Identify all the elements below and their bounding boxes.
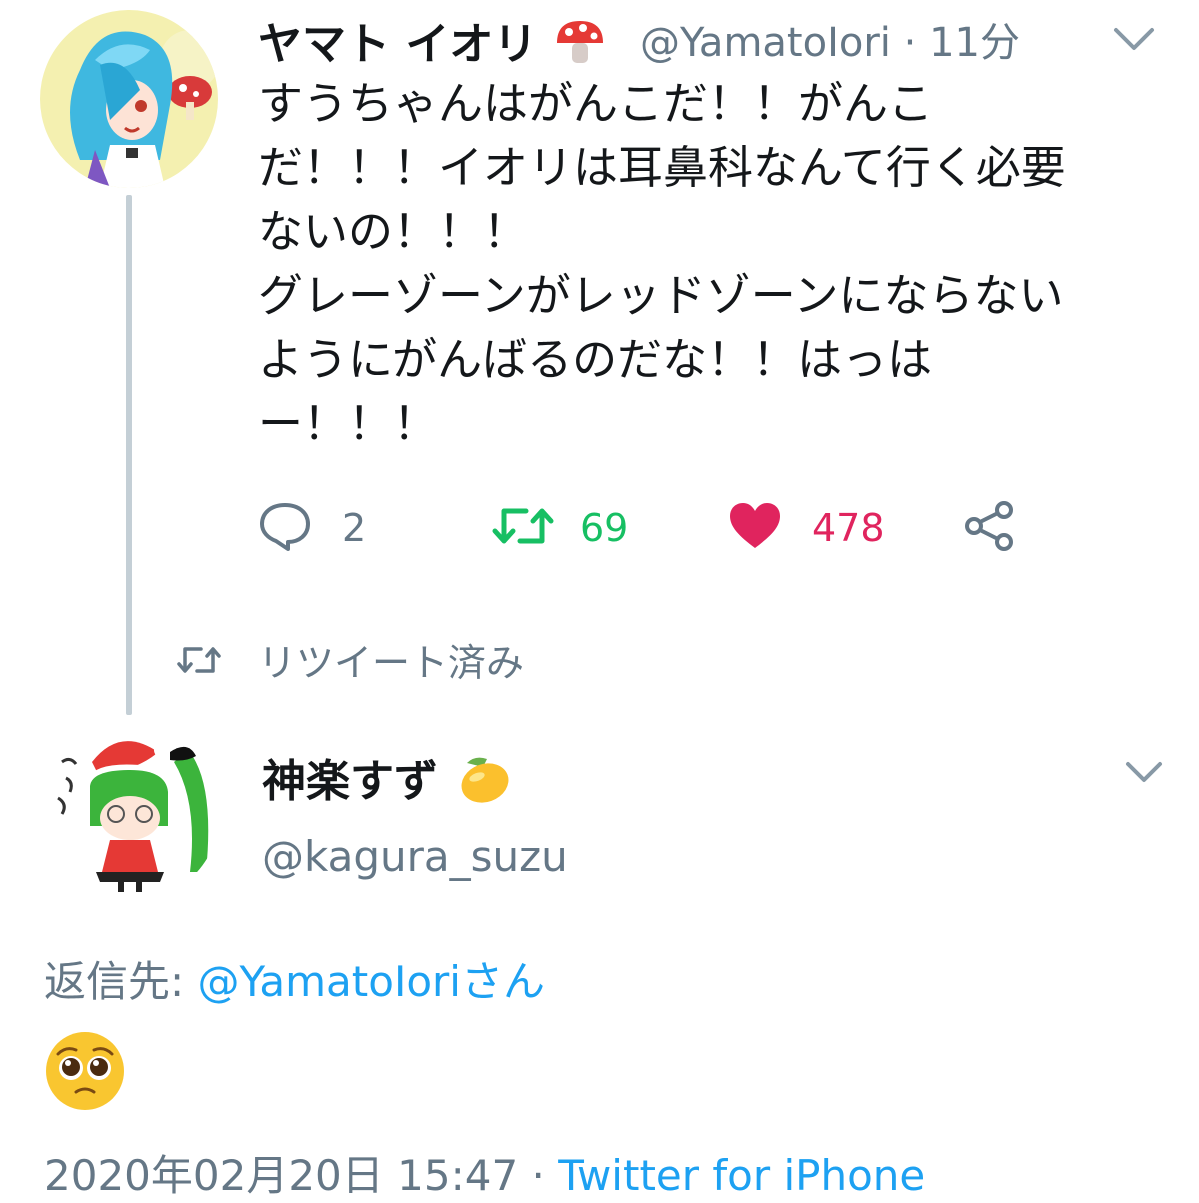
chevron-down-icon[interactable]: [1112, 24, 1156, 58]
tweet2-footer: 2020年02月20日 15:47 · Twitter for iPhone: [44, 1151, 926, 1200]
tweet1-text: すうちゃんはがんこだ！！がんこ だ！！！イオリは耳鼻科なんて行く必要 ないの！！…: [258, 72, 1178, 456]
tweet1-line: ないの！！！: [258, 205, 529, 258]
like-button[interactable]: 478: [728, 500, 885, 556]
tweet1-time[interactable]: 11分: [929, 20, 1020, 66]
avatar-yamato-iori[interactable]: [40, 10, 218, 188]
avatar-kagura-suzu[interactable]: [40, 722, 220, 902]
tweet1-line: ようにがんばるのだな！！はっは: [258, 333, 933, 386]
lemon-icon: [453, 753, 513, 816]
reply-count: 2: [342, 506, 367, 550]
tweet2-source-link[interactable]: Twitter for iPhone: [558, 1151, 925, 1200]
like-count: 478: [812, 506, 885, 550]
reply-icon: [258, 501, 312, 555]
tweet1-meta: @YamatoIori · 11分: [640, 20, 1020, 66]
mushroom-icon: [553, 19, 607, 76]
pleading-face-icon: [44, 1030, 126, 1116]
thread-line: [126, 195, 132, 715]
heart-icon: [728, 502, 782, 554]
retweeted-status-icon: [176, 642, 222, 682]
tweet1-line: グレーゾーンがレッドゾーンにならない: [258, 269, 1064, 322]
reply-to-user-link[interactable]: @YamatoIoriさん: [198, 957, 545, 1006]
share-button[interactable]: [962, 500, 1016, 556]
tweet2-handle[interactable]: @kagura_suzu: [262, 832, 568, 881]
retweet-button[interactable]: 69: [492, 500, 628, 556]
retweet-icon: [492, 501, 554, 555]
tweet1-line: すうちゃんはがんこだ！！がんこ: [258, 77, 934, 130]
tweet1-line: ー！！！: [258, 397, 439, 450]
retweeted-status-label: リツイート済み: [258, 641, 525, 685]
tweet1-handle[interactable]: @YamatoIori: [640, 20, 891, 66]
reply-button[interactable]: 2: [258, 500, 366, 556]
tweet1-display-name[interactable]: ヤマト イオリ: [258, 8, 607, 76]
chevron-down-icon[interactable]: [1124, 758, 1164, 790]
share-icon: [962, 500, 1016, 556]
reply-to-line: 返信先: @YamatoIoriさん: [44, 957, 545, 1006]
tweet2-date[interactable]: 2020年02月20日 15:47: [44, 1151, 518, 1200]
retweet-count: 69: [580, 506, 629, 550]
tweet1-line: だ！！！イオリは耳鼻科なんて行く必要: [258, 141, 1066, 194]
tweet2-display-name[interactable]: 神楽すず: [262, 745, 513, 816]
